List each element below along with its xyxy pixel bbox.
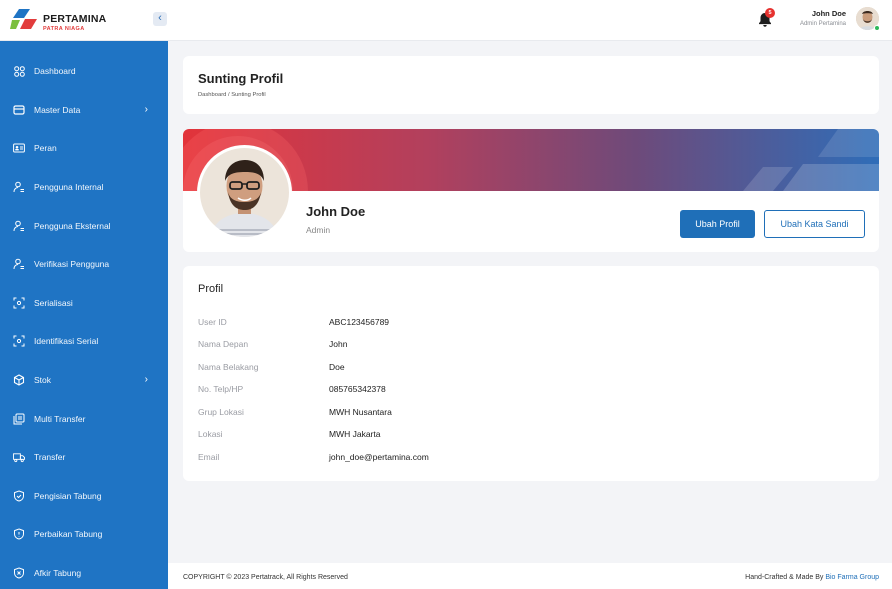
detail-value: 085765342378 <box>329 384 386 394</box>
page-title: Sunting Profil <box>198 71 284 86</box>
detail-label: Nama Depan <box>198 339 249 349</box>
detail-value: John <box>329 339 348 349</box>
sidebar-item-label: Dashboard <box>34 66 76 76</box>
sidebar-collapse-button[interactable]: ‹ <box>153 12 167 26</box>
detail-label: Lokasi <box>198 429 223 439</box>
sidebar-item-label: Peran <box>34 143 57 153</box>
credit-link[interactable]: Bio Farma Group <box>825 574 879 581</box>
profile-avatar <box>197 145 292 240</box>
sidebar-item-label: Verifikasi Pengguna <box>34 259 110 269</box>
sidebar-item-multi-transfer[interactable]: Multi Transfer <box>0 400 168 438</box>
sidebar-item-pengguna-internal[interactable]: Pengguna Internal <box>0 168 168 206</box>
sidebar-item-pengguna-eksternal[interactable]: Pengguna Eksternal <box>0 207 168 245</box>
detail-row-location-group: Grup Lokasi MWH Nusantara <box>198 407 858 421</box>
truck-icon <box>13 451 25 463</box>
sidebar-item-identifikasi-serial[interactable]: Identifikasi Serial <box>0 322 168 360</box>
detail-row-location: Lokasi MWH Jakarta <box>198 429 858 443</box>
detail-row-last-name: Nama Belakang Doe <box>198 362 858 376</box>
sidebar-item-label: Perbaikan Tabung <box>34 529 103 539</box>
sidebar-item-label: Multi Transfer <box>34 414 86 424</box>
header-user-role: Admin Pertamina <box>799 21 846 27</box>
sidebar-item-label: Pengisian Tabung <box>34 491 102 501</box>
copyright-text: COPYRIGHT © 2023 Pertatrack, All Rights … <box>183 574 348 581</box>
detail-row-phone: No. Telp/HP 085765342378 <box>198 384 858 398</box>
breadcrumb[interactable]: Dashboard / Sunting Profil <box>198 92 266 98</box>
edit-profile-button[interactable]: Ubah Profil <box>680 210 755 238</box>
scan-icon <box>13 335 25 347</box>
detail-value: john_doe@pertamina.com <box>329 452 429 462</box>
header-avatar-wrap[interactable] <box>856 7 880 31</box>
footer: COPYRIGHT © 2023 Pertatrack, All Rights … <box>168 563 892 589</box>
user-icon <box>13 181 25 193</box>
detail-row-first-name: Nama Depan John <box>198 339 858 353</box>
notification-button[interactable]: 5 <box>758 8 775 28</box>
chevron-left-icon: ‹ <box>158 12 162 24</box>
user-photo-icon <box>200 148 289 237</box>
profile-summary-card: John Doe Admin Ubah Profil Ubah Kata San… <box>183 129 879 252</box>
detail-label: No. Telp/HP <box>198 384 244 394</box>
sidebar-item-perbaikan-tabung[interactable]: Perbaikan Tabung <box>0 515 168 553</box>
detail-label: User ID <box>198 317 227 327</box>
detail-label: Email <box>198 452 220 462</box>
id-card-icon <box>13 142 25 154</box>
detail-value: Doe <box>329 362 345 372</box>
sidebar-item-label: Serialisasi <box>34 298 73 308</box>
grid-icon <box>13 65 25 77</box>
credit-prefix: Hand-Crafted & Made By <box>745 574 826 581</box>
sidebar-item-transfer[interactable]: Transfer <box>0 438 168 476</box>
sidebar-item-peran[interactable]: Peran <box>0 129 168 167</box>
user-menu[interactable]: John Doe Admin Pertamina <box>780 9 846 27</box>
profile-name: John Doe <box>306 204 366 219</box>
database-icon <box>13 104 25 116</box>
sidebar-item-label: Stok <box>34 375 52 385</box>
detail-row-email: Email john_doe@pertamina.com <box>198 452 858 466</box>
detail-label: Nama Belakang <box>198 362 259 372</box>
user-icon <box>13 258 25 270</box>
pertamina-logo-icon <box>10 9 37 29</box>
page-header-card: Sunting Profil Dashboard / Sunting Profi… <box>183 56 879 114</box>
online-status-dot <box>874 25 880 31</box>
chevron-right-icon: › <box>144 374 148 385</box>
sidebar-item-serialisasi[interactable]: Serialisasi <box>0 284 168 322</box>
profile-details-card: Profil User ID ABC123456789 Nama Depan J… <box>183 266 879 481</box>
change-password-button[interactable]: Ubah Kata Sandi <box>764 210 865 238</box>
sidebar-item-verifikasi-pengguna[interactable]: Verifikasi Pengguna <box>0 245 168 283</box>
box-icon <box>13 374 25 386</box>
sidebar-item-label: Pengguna Internal <box>34 182 104 192</box>
scan-icon <box>13 297 25 309</box>
brand-subtitle: PATRA NIAGA <box>43 26 85 32</box>
top-header: PERTAMINA PATRA NIAGA ‹ 5 John Doe Admin… <box>0 0 892 41</box>
sidebar-item-label: Afkir Tabung <box>34 568 82 578</box>
detail-value: ABC123456789 <box>329 317 390 327</box>
sidebar-item-label: Master Data <box>34 105 81 115</box>
detail-label: Grup Lokasi <box>198 407 244 417</box>
sidebar-item-afkir-tabung[interactable]: Afkir Tabung <box>0 554 168 589</box>
credit-text: Hand-Crafted & Made By Bio Farma Group <box>745 574 879 581</box>
shield-check-icon <box>13 490 25 502</box>
user-icon <box>13 220 25 232</box>
section-title: Profil <box>198 283 224 295</box>
header-user-name: John Doe <box>811 9 846 18</box>
detail-row-user-id: User ID ABC123456789 <box>198 317 858 331</box>
brand-name: PERTAMINA <box>43 13 107 25</box>
sidebar-item-label: Identifikasi Serial <box>34 336 99 346</box>
sidebar-item-label: Transfer <box>34 452 66 462</box>
shield-alert-icon <box>13 528 25 540</box>
detail-value: MWH Jakarta <box>329 429 381 439</box>
sidebar: Dashboard Master Data › Peran Pengguna I… <box>0 41 168 589</box>
chevron-right-icon: › <box>144 104 148 115</box>
sidebar-item-master-data[interactable]: Master Data › <box>0 91 168 129</box>
sidebar-item-label: Pengguna Eksternal <box>34 221 111 231</box>
detail-value: MWH Nusantara <box>329 407 392 417</box>
brand-logo[interactable]: PERTAMINA PATRA NIAGA <box>10 7 130 35</box>
sidebar-item-stok[interactable]: Stok › <box>0 361 168 399</box>
notification-badge: 5 <box>765 8 775 18</box>
copy-icon <box>13 413 25 425</box>
sidebar-item-dashboard[interactable]: Dashboard <box>0 52 168 90</box>
profile-role: Admin <box>306 225 331 235</box>
shield-x-icon <box>13 567 25 579</box>
sidebar-item-pengisian-tabung[interactable]: Pengisian Tabung <box>0 477 168 515</box>
